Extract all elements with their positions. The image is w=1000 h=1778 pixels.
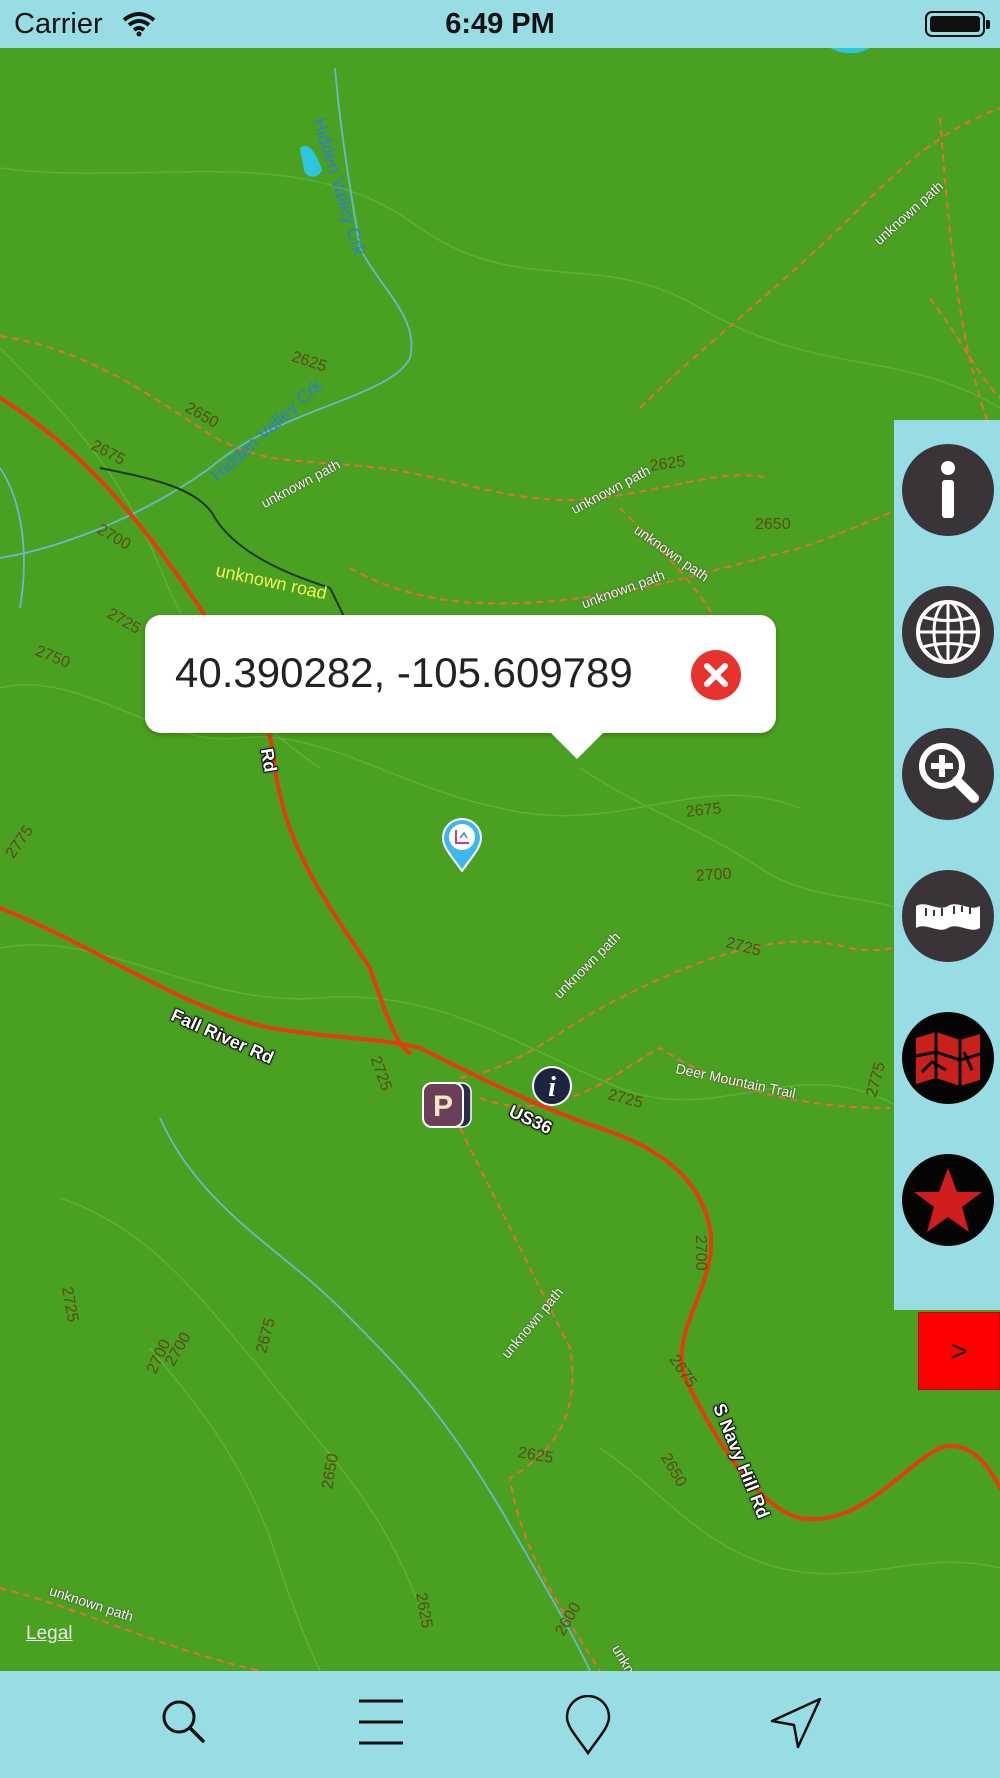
battery-icon (925, 11, 990, 37)
parking-label: P (433, 1090, 453, 1123)
search-icon (162, 1700, 205, 1743)
menu-icon (359, 1699, 403, 1745)
zoom-in-icon (919, 743, 979, 803)
navigation-tab[interactable] (737, 1671, 847, 1778)
info-icon (941, 461, 955, 518)
pin-tab[interactable] (532, 1671, 642, 1778)
map-base-layer (0, 48, 1000, 1671)
measure-button[interactable] (902, 870, 994, 962)
star-icon (914, 1168, 982, 1232)
coordinate-popup: 40.390282, -105.609789 (145, 615, 776, 733)
contour-label: 2700 (692, 1235, 709, 1271)
info-label: i (548, 1072, 556, 1103)
close-icon (704, 663, 728, 687)
navigation-icon (770, 1697, 822, 1749)
parking-marker[interactable]: P (421, 1081, 473, 1129)
expand-label: > (950, 1335, 968, 1368)
close-popup-button[interactable] (691, 650, 741, 700)
contour-label: 2700 (695, 865, 733, 885)
favorites-button[interactable] (902, 1154, 994, 1246)
info-button[interactable] (902, 444, 994, 536)
contour-label: 2675 (685, 800, 723, 821)
measure-tape-icon (916, 904, 980, 930)
road-label-rd: Rd (256, 746, 281, 774)
bottom-toolbar (0, 1671, 1000, 1778)
map-tools-panel (894, 420, 1000, 1310)
expand-panel-button[interactable]: > (918, 1312, 1000, 1390)
legal-link[interactable]: Legal (26, 1623, 73, 1645)
contour-label: 2650 (755, 516, 791, 533)
globe-button[interactable] (902, 586, 994, 678)
pin-icon (565, 1695, 611, 1755)
status-bar: Carrier 6:49 PM (0, 0, 1000, 48)
zoom-button[interactable] (902, 728, 994, 820)
info-marker[interactable]: i (531, 1065, 573, 1107)
location-pin-icon[interactable] (441, 816, 483, 873)
clock: 6:49 PM (445, 8, 555, 40)
globe-icon (916, 600, 980, 664)
map-layers-button[interactable] (902, 1012, 994, 1104)
search-tab[interactable] (128, 1671, 238, 1778)
coordinate-text: 40.390282, -105.609789 (175, 649, 633, 696)
menu-tab[interactable] (325, 1671, 435, 1778)
map-layers-icon (915, 1032, 981, 1086)
map-view[interactable]: 2625 2650 2675 2700 2725 2750 2625 2650 … (0, 48, 1000, 1671)
